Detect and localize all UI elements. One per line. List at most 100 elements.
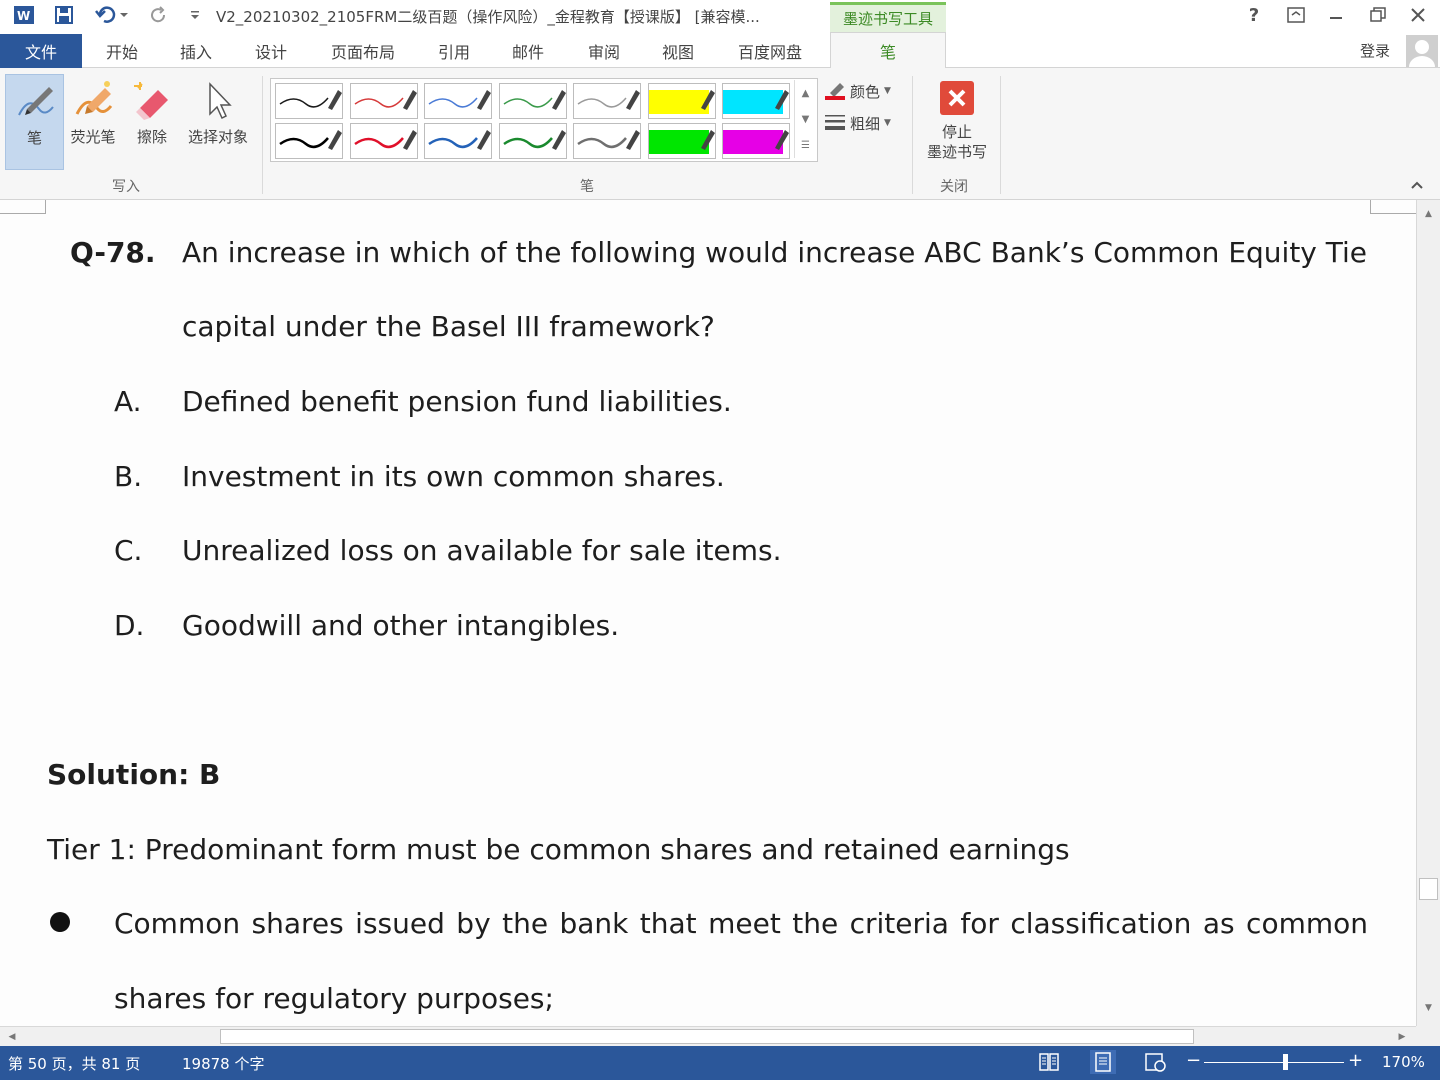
option-text-c: Unrealized loss on available for sale it… xyxy=(182,534,782,567)
bullet-text-line2: shares for regulatory purposes; xyxy=(114,982,554,1015)
question-text-line1: An increase in which of the following wo… xyxy=(182,236,1368,269)
highlighter-button[interactable]: 荧光笔 xyxy=(66,74,120,147)
zoom-slider-thumb[interactable] xyxy=(1283,1054,1288,1070)
zoom-slider-track[interactable] xyxy=(1204,1062,1344,1063)
thickness-label: 粗细 xyxy=(850,114,881,133)
gallery-more-icon[interactable]: ☰ xyxy=(794,132,816,158)
chevron-down-icon: ▼ xyxy=(884,86,891,96)
solution-heading: Solution: B xyxy=(47,758,221,791)
ribbon-separator xyxy=(912,76,913,194)
scrollbar-corner xyxy=(1416,1026,1440,1046)
print-layout-icon[interactable] xyxy=(1090,1050,1116,1074)
scroll-left-icon[interactable]: ◀ xyxy=(4,1029,20,1045)
gallery-scroll-up-icon[interactable]: ▲ xyxy=(794,80,816,106)
pen-swatch[interactable] xyxy=(722,123,790,159)
option-text-a: Defined benefit pension fund liabilities… xyxy=(182,385,732,418)
pen-swatch[interactable] xyxy=(349,83,418,119)
select-objects-label: 选择对象 xyxy=(187,128,248,146)
close-group-label: 关闭 xyxy=(940,179,968,195)
tab-file[interactable]: 文件 xyxy=(0,34,82,68)
ribbon-tab-row: 文件 开始 插入 设计 页面布局 引用 邮件 审阅 视图 百度网盘 笔 登录 xyxy=(0,32,1440,69)
horizontal-scrollbar[interactable]: ◀ ▶ xyxy=(0,1026,1416,1046)
pen-swatch[interactable] xyxy=(275,83,343,119)
scroll-right-icon[interactable]: ▶ xyxy=(1394,1029,1410,1045)
pen-swatch[interactable] xyxy=(424,83,492,119)
question-number: Q-78. xyxy=(70,236,156,269)
pen-swatch[interactable] xyxy=(647,123,716,159)
pen-gallery xyxy=(270,78,818,162)
svg-text:W: W xyxy=(17,9,30,23)
avatar[interactable] xyxy=(1406,35,1438,67)
stop-inking-label-2: 墨迹书写 xyxy=(926,143,987,161)
vertical-scrollbar[interactable]: ▲ ▼ xyxy=(1416,200,1440,1026)
word-count[interactable]: 19878 个字 xyxy=(182,1053,265,1074)
minimize-icon[interactable] xyxy=(1318,2,1354,28)
word-window: W V2_20210302_2105FRM二级百题（操作风险）_金程教育【授课版… xyxy=(0,0,1440,1080)
tab-baidu-netdisk[interactable]: 百度网盘 xyxy=(728,34,812,68)
word-app-icon[interactable]: W xyxy=(12,4,36,26)
document-title: V2_20210302_2105FRM二级百题（操作风险）_金程教育【授课版】 … xyxy=(216,8,760,26)
option-text-b: Investment in its own common shares. xyxy=(182,460,725,493)
write-group-label: 写入 xyxy=(112,179,140,195)
option-letter-d: D. xyxy=(114,609,145,642)
stop-inking-button[interactable]: 停止 墨迹书写 xyxy=(918,74,996,162)
customize-quick-access-icon[interactable] xyxy=(186,4,204,26)
collapse-ribbon-icon[interactable] xyxy=(1410,178,1424,194)
select-objects-button[interactable]: 选择对象 xyxy=(182,74,254,147)
zoom-out-icon[interactable]: − xyxy=(1186,1050,1201,1071)
pens-group-label: 笔 xyxy=(580,179,594,195)
thickness-button[interactable]: 粗细 ▼ xyxy=(824,110,891,136)
scroll-down-icon[interactable]: ▼ xyxy=(1420,1000,1437,1016)
page-count[interactable]: 第 50 页，共 81 页 xyxy=(8,1053,140,1074)
pen-swatch[interactable] xyxy=(498,83,567,119)
tab-insert[interactable]: 插入 xyxy=(170,34,222,68)
pen-swatch[interactable] xyxy=(722,83,790,119)
web-layout-icon[interactable] xyxy=(1144,1052,1168,1076)
tab-review[interactable]: 审阅 xyxy=(578,34,630,68)
zoom-in-icon[interactable]: + xyxy=(1348,1050,1363,1071)
tier1-text: Tier 1: Predominant form must be common … xyxy=(47,833,1070,866)
pen-swatch[interactable] xyxy=(424,123,492,159)
horizontal-scroll-thumb[interactable] xyxy=(220,1029,1194,1044)
pen-swatch[interactable] xyxy=(573,123,641,159)
tab-pen[interactable]: 笔 xyxy=(830,32,946,69)
login-link[interactable]: 登录 xyxy=(1360,40,1390,61)
gallery-scroll-down-icon[interactable]: ▼ xyxy=(794,106,816,132)
save-icon[interactable] xyxy=(52,4,76,26)
option-letter-b: B. xyxy=(114,460,143,493)
close-icon[interactable] xyxy=(1400,2,1436,28)
pen-label: 笔 xyxy=(26,129,42,147)
chevron-down-icon: ▼ xyxy=(884,118,891,128)
restore-icon[interactable] xyxy=(1360,2,1396,28)
redo-icon[interactable] xyxy=(148,4,172,26)
pen-swatch[interactable] xyxy=(349,123,418,159)
pen-button[interactable]: 笔 xyxy=(5,74,64,170)
color-label: 颜色 xyxy=(850,82,881,101)
bullet-dot xyxy=(50,912,70,932)
tab-view[interactable]: 视图 xyxy=(652,34,704,68)
vertical-scroll-thumb[interactable] xyxy=(1419,878,1438,900)
tab-home[interactable]: 开始 xyxy=(96,34,148,68)
eraser-button[interactable]: 擦除 xyxy=(126,74,178,147)
color-button[interactable]: 颜色 ▼ xyxy=(824,78,891,104)
pen-swatch[interactable] xyxy=(275,123,343,159)
title-bar: W V2_20210302_2105FRM二级百题（操作风险）_金程教育【授课版… xyxy=(0,0,1440,32)
stop-inking-label-1: 停止 xyxy=(941,123,972,141)
ribbon-display-options-icon[interactable] xyxy=(1278,2,1314,28)
tab-page-layout[interactable]: 页面布局 xyxy=(322,34,404,68)
pen-swatch[interactable] xyxy=(573,83,641,119)
read-mode-icon[interactable] xyxy=(1038,1052,1060,1076)
pen-swatch[interactable] xyxy=(498,123,567,159)
document-page[interactable]: Q-78. An increase in which of the follow… xyxy=(0,200,1416,1026)
tab-design[interactable]: 设计 xyxy=(245,34,297,68)
zoom-level[interactable]: 170% xyxy=(1382,1053,1425,1071)
pen-swatch[interactable] xyxy=(647,83,716,119)
scroll-up-icon[interactable]: ▲ xyxy=(1420,206,1437,222)
undo-icon[interactable] xyxy=(92,4,132,26)
margin-corner-right xyxy=(1370,200,1416,214)
help-button[interactable]: ? xyxy=(1236,2,1272,28)
highlighter-label: 荧光笔 xyxy=(70,128,116,146)
tab-mailings[interactable]: 邮件 xyxy=(502,34,554,68)
status-bar: 第 50 页，共 81 页 19878 个字 − + 170% xyxy=(0,1046,1440,1080)
tab-references[interactable]: 引用 xyxy=(428,34,480,68)
